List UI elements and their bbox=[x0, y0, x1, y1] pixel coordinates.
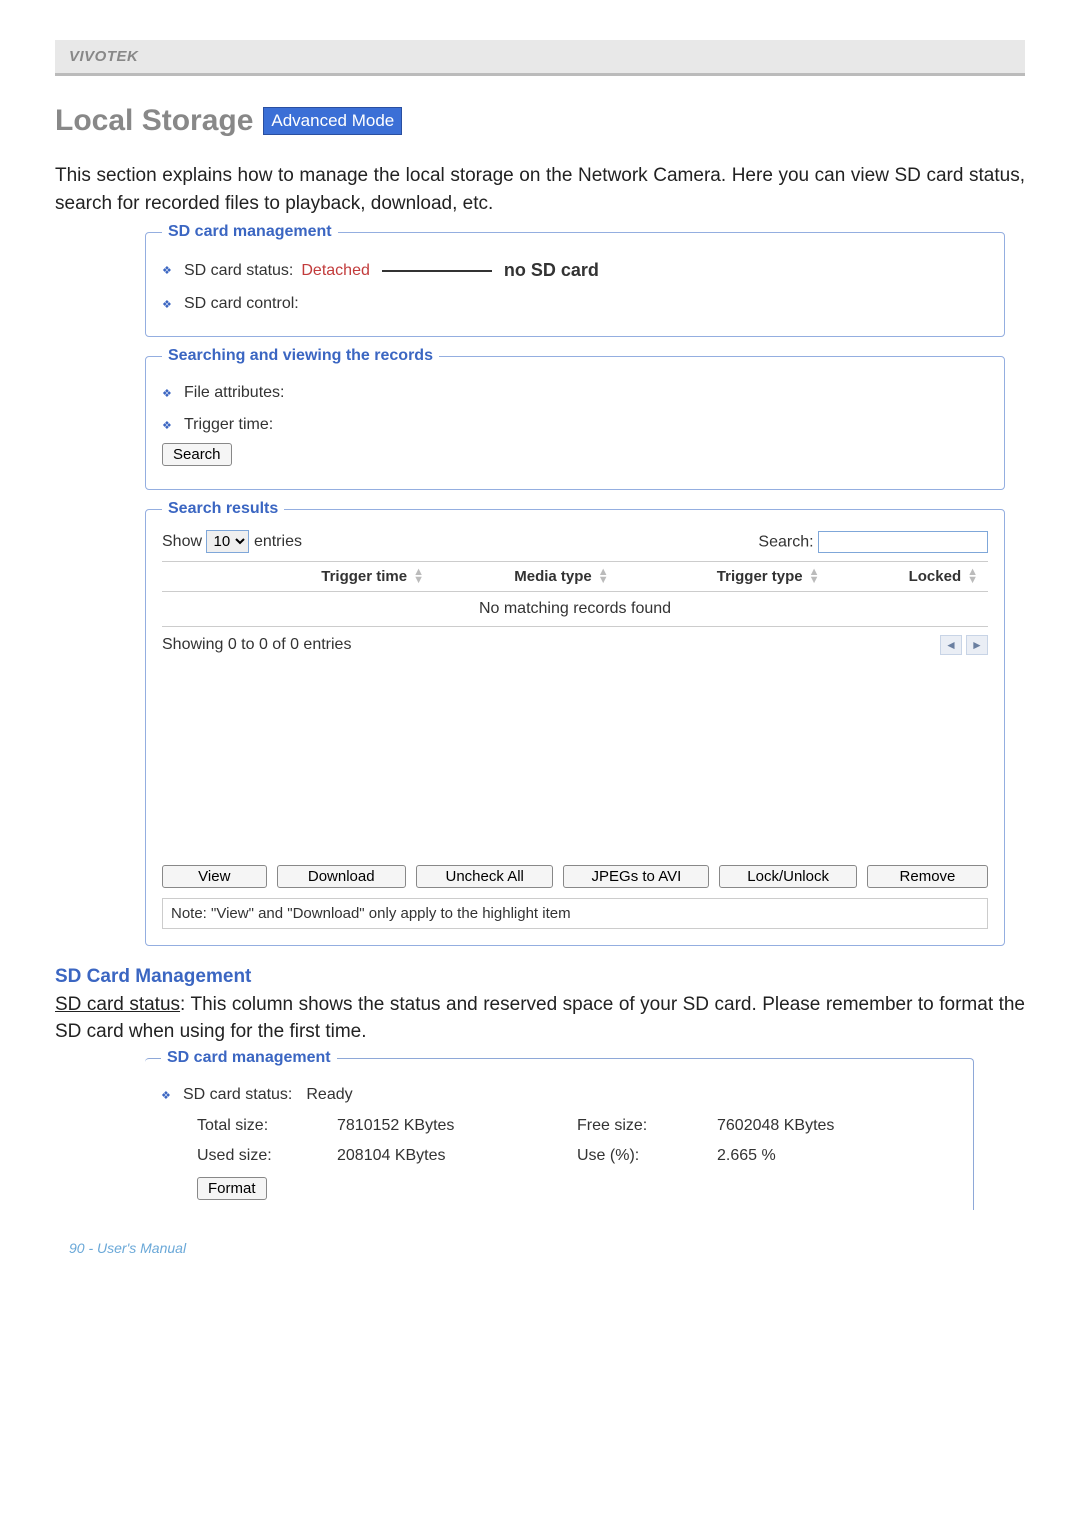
pager-next-button[interactable]: ► bbox=[966, 635, 988, 655]
sort-icon: ▲▼ bbox=[809, 569, 820, 584]
col-locked[interactable]: Locked ▲▼ bbox=[830, 568, 988, 585]
no-matching-records: No matching records found bbox=[162, 592, 988, 626]
sort-icon: ▲▼ bbox=[967, 569, 978, 584]
collapse-icon[interactable]: ❖ bbox=[161, 1089, 175, 1102]
expand-icon[interactable]: ❖ bbox=[162, 298, 176, 311]
page-footer: 90 - User's Manual bbox=[55, 1240, 1025, 1256]
sd-status-label: SD card status: bbox=[183, 1086, 292, 1104]
show-entries: Show 10 entries bbox=[162, 530, 302, 553]
advanced-mode-badge: Advanced Mode bbox=[263, 107, 402, 135]
searching-records-group: Searching and viewing the records ❖ File… bbox=[145, 347, 1005, 490]
lock-unlock-button[interactable]: Lock/Unlock bbox=[719, 865, 857, 888]
note-text: Note: "View" and "Download" only apply t… bbox=[162, 898, 988, 929]
col-media-type[interactable]: Media type ▲▼ bbox=[434, 568, 619, 585]
used-size-value: 208104 KBytes bbox=[337, 1147, 577, 1165]
sd-status-ready: Ready bbox=[306, 1086, 352, 1104]
sd-ready-legend: SD card management bbox=[161, 1049, 337, 1067]
results-search-input[interactable] bbox=[818, 531, 988, 553]
entries-select[interactable]: 10 bbox=[206, 530, 249, 553]
sd-card-management-heading: SD Card Management bbox=[55, 966, 1025, 988]
sd-mgmt-legend: SD card management bbox=[162, 223, 338, 241]
sd-control-label: SD card control: bbox=[184, 295, 299, 313]
results-legend: Search results bbox=[162, 500, 284, 518]
sd-card-management-group: SD card management ❖ SD card status: Det… bbox=[145, 223, 1005, 337]
sort-icon: ▲▼ bbox=[413, 569, 424, 584]
sort-icon: ▲▼ bbox=[598, 569, 609, 584]
sd-card-status-text: SD card status: This column shows the st… bbox=[55, 992, 1025, 1045]
expand-icon[interactable]: ❖ bbox=[162, 419, 176, 432]
use-percent-value: 2.665 % bbox=[717, 1147, 957, 1165]
sd-status-term: SD card status bbox=[55, 994, 180, 1015]
intro-text: This section explains how to manage the … bbox=[55, 162, 1025, 217]
trigger-time-label: Trigger time: bbox=[184, 416, 273, 434]
sd-card-management-ready-group: SD card management ❖ SD card status: Rea… bbox=[145, 1049, 974, 1210]
col-trigger-type[interactable]: Trigger type ▲▼ bbox=[619, 568, 830, 585]
jpegs-to-avi-button[interactable]: JPEGs to AVI bbox=[563, 865, 709, 888]
annotation-no-sd: no SD card bbox=[504, 260, 599, 281]
view-button[interactable]: View bbox=[162, 865, 267, 888]
free-size-label: Free size: bbox=[577, 1117, 717, 1135]
annotation-line bbox=[382, 270, 492, 272]
file-attributes-label: File attributes: bbox=[184, 384, 284, 402]
showing-entries: Showing 0 to 0 of 0 entries bbox=[162, 636, 351, 654]
show-label: Show bbox=[162, 533, 202, 550]
expand-icon[interactable]: ❖ bbox=[162, 387, 176, 400]
entries-label: entries bbox=[254, 533, 302, 550]
used-size-label: Used size: bbox=[197, 1147, 337, 1165]
results-search-label: Search: bbox=[758, 533, 813, 550]
sd-status-label: SD card status: bbox=[184, 262, 293, 280]
total-size-value: 7810152 KBytes bbox=[337, 1117, 577, 1135]
search-results-group: Search results Show 10 entries Search: bbox=[145, 500, 1005, 946]
header-rule bbox=[55, 73, 1025, 76]
uncheck-all-button[interactable]: Uncheck All bbox=[416, 865, 554, 888]
search-button[interactable]: Search bbox=[162, 443, 232, 466]
sd-status-value: Detached bbox=[301, 262, 370, 280]
download-button[interactable]: Download bbox=[277, 865, 406, 888]
page-title: Local Storage bbox=[55, 104, 253, 138]
remove-button[interactable]: Remove bbox=[867, 865, 988, 888]
header-brand: VIVOTEK bbox=[55, 40, 1025, 73]
expand-icon[interactable]: ❖ bbox=[162, 264, 176, 277]
pager-prev-button[interactable]: ◄ bbox=[940, 635, 962, 655]
format-button[interactable]: Format bbox=[197, 1177, 267, 1200]
search-view-legend: Searching and viewing the records bbox=[162, 347, 439, 365]
use-percent-label: Use (%): bbox=[577, 1147, 717, 1165]
free-size-value: 7602048 KBytes bbox=[717, 1117, 957, 1135]
col-trigger-time[interactable]: Trigger time ▲▼ bbox=[162, 568, 434, 585]
total-size-label: Total size: bbox=[197, 1117, 337, 1135]
results-table: Trigger time ▲▼ Media type ▲▼ Trigger ty… bbox=[162, 561, 988, 627]
